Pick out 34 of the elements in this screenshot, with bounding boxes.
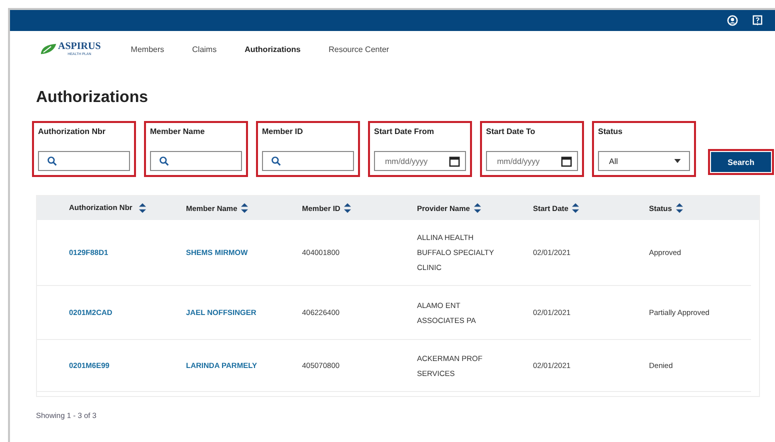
leaf-icon — [40, 43, 57, 55]
date-field[interactable]: mm/dd/yyyy — [374, 151, 466, 171]
sort-icon[interactable] — [139, 203, 146, 213]
search-field[interactable] — [38, 151, 130, 171]
sort-icon[interactable] — [344, 203, 352, 213]
logo-name: ASPIRUS — [58, 42, 101, 52]
date-field[interactable]: mm/dd/yyyy — [486, 151, 578, 171]
filter-label: Status — [598, 127, 624, 136]
search-field[interactable] — [262, 151, 354, 171]
filter-label: Member ID — [262, 127, 304, 136]
filter-label: Authorization Nbr — [38, 127, 107, 136]
nav-link[interactable]: Members — [130, 44, 164, 54]
search-field[interactable] — [150, 151, 242, 171]
status-dropdown[interactable]: All — [598, 151, 690, 171]
nav-link[interactable]: Resource Center — [328, 44, 390, 54]
help-icon[interactable] — [752, 15, 763, 26]
calendar-icon — [449, 156, 460, 166]
user-icon[interactable] — [727, 15, 738, 26]
sort-icon[interactable] — [474, 203, 481, 213]
sort-icon[interactable] — [676, 203, 683, 213]
page-title: Authorizations — [36, 89, 149, 107]
search-icon — [47, 156, 57, 166]
filter-label: Member Name — [150, 127, 206, 136]
search-button[interactable]: Search — [711, 152, 771, 172]
filter-label: Start Date To — [486, 127, 536, 136]
search-icon — [271, 156, 281, 166]
nav-link[interactable]: Claims — [192, 44, 217, 54]
caret-icon — [674, 159, 681, 163]
sort-icon[interactable] — [241, 203, 248, 213]
sort-icon[interactable] — [572, 203, 580, 213]
search-icon — [159, 156, 169, 166]
filter-label: Start Date From — [374, 127, 436, 136]
calendar-icon — [561, 156, 572, 166]
nav-link[interactable]: Authorizations — [244, 44, 301, 54]
